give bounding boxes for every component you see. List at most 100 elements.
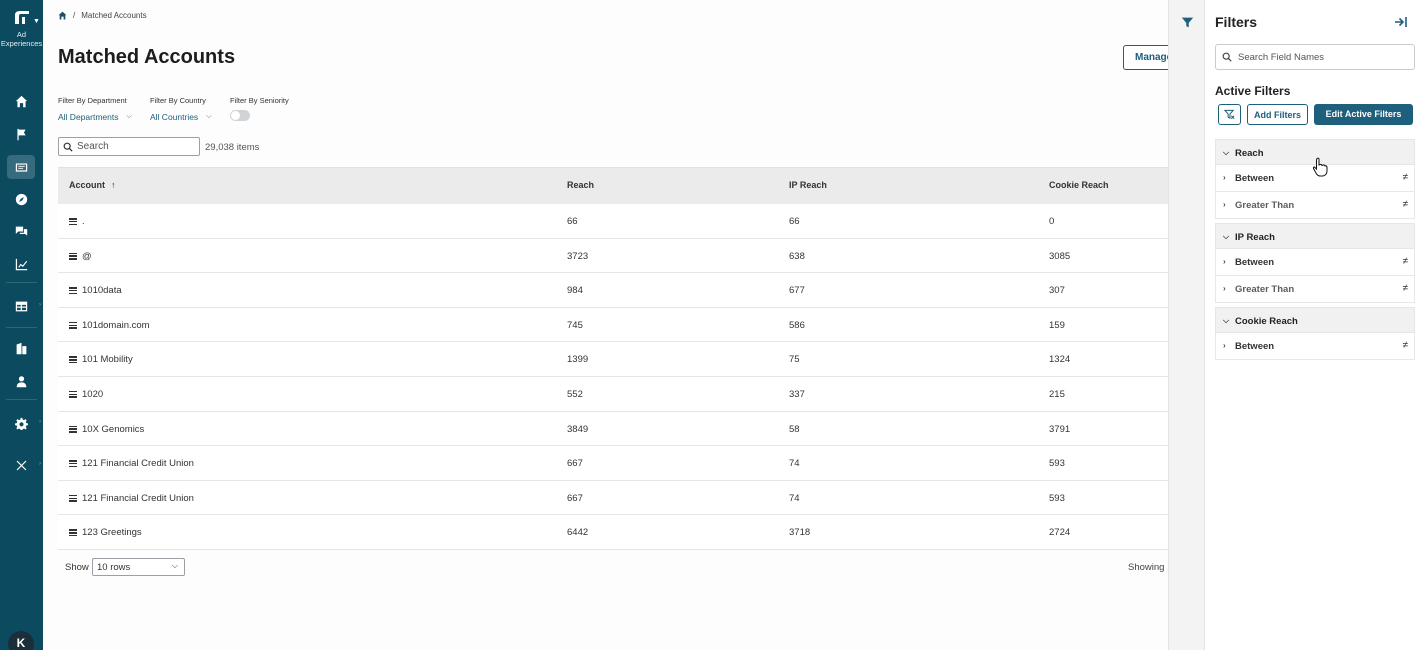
account-cell[interactable]: . [69, 216, 85, 227]
filter-group-header[interactable]: ⌵ Cookie Reach [1215, 307, 1415, 333]
filter-condition[interactable]: › Between ≠ [1215, 249, 1415, 276]
chevron-right-icon: › [1223, 173, 1226, 182]
nav-engagement[interactable] [7, 219, 35, 243]
chevron-down-icon: ⌵ [206, 113, 212, 120]
drag-handle-icon[interactable] [69, 218, 77, 225]
country-filter-select[interactable]: All Countries ⌵ [150, 112, 212, 122]
table-row[interactable]: 1010data 984 677 307 [58, 273, 1168, 308]
table-row[interactable]: 10X Genomics 3849 58 3791 [58, 411, 1168, 447]
cookie-reach-cell: 593 [1049, 458, 1065, 470]
filter-condition[interactable]: › Between ≠ [1215, 333, 1415, 360]
breadcrumb: / Matched Accounts [58, 11, 147, 20]
column-header-cookie-reach[interactable]: Cookie Reach [1049, 180, 1109, 190]
rows-per-page-select[interactable]: 10 rows ⌵ [92, 558, 185, 576]
nav-home[interactable] [7, 89, 35, 113]
home-icon [15, 95, 27, 107]
cookie-reach-cell: 215 [1049, 388, 1065, 400]
search-input[interactable]: Search [58, 137, 200, 156]
drag-handle-icon[interactable] [69, 390, 77, 398]
department-filter-select[interactable]: All Departments ⌵ [58, 112, 132, 122]
reach-cell: 6442 [567, 527, 589, 539]
nav-campaigns[interactable] [7, 122, 35, 146]
column-header-ip-reach[interactable]: IP Reach [789, 180, 827, 190]
column-header-reach[interactable]: Reach [567, 180, 594, 190]
chevron-down-icon: ▼ [33, 18, 40, 25]
drag-handle-icon[interactable] [69, 425, 77, 433]
page-title: Matched Accounts [58, 46, 236, 68]
account-cell[interactable]: 1020 [69, 389, 103, 400]
collapse-panel-icon[interactable] [1394, 16, 1408, 28]
country-filter-label: Filter By Country [150, 96, 206, 105]
not-equal-icon[interactable]: ≠ [1403, 172, 1409, 183]
drag-handle-icon[interactable] [69, 252, 77, 260]
table-row[interactable]: 123 Greetings 6442 3718 2724 [58, 515, 1168, 550]
chevron-down-icon: ⌵ [1223, 232, 1230, 241]
add-filters-button[interactable]: Add Filters [1247, 104, 1308, 125]
account-cell[interactable]: 1010data [69, 285, 122, 296]
seniority-toggle[interactable] [230, 110, 250, 121]
table-row[interactable]: 101 Mobility 1399 75 1324 [58, 342, 1168, 377]
reach-cell: 552 [567, 388, 583, 400]
nav-tools[interactable]: › [7, 453, 41, 477]
chevron-down-icon: ⌵ [1223, 316, 1230, 325]
nav-explore[interactable] [7, 187, 35, 211]
items-count: 29,038 items [205, 142, 260, 153]
chevron-right-icon: › [1223, 200, 1226, 209]
filter-condition[interactable]: › Greater Than ≠ [1215, 276, 1415, 303]
seniority-filter-label: Filter By Seniority [230, 96, 289, 105]
left-nav: ▼ Ad Experiences › › › K [0, 0, 43, 650]
drag-handle-icon[interactable] [69, 321, 77, 329]
not-equal-icon[interactable]: ≠ [1403, 256, 1409, 267]
account-cell[interactable]: 121 Financial Credit Union [69, 458, 194, 469]
field-search-input[interactable]: Search Field Names [1215, 44, 1415, 70]
account-cell[interactable]: 101 Mobility [69, 354, 133, 365]
column-header-account[interactable]: Account ↑ [69, 180, 116, 190]
filter-icon[interactable] [1181, 16, 1194, 29]
edit-active-filters-button[interactable]: Edit Active Filters [1314, 104, 1413, 125]
nav-accounts[interactable] [7, 155, 35, 179]
drag-handle-icon[interactable] [69, 460, 77, 468]
drag-handle-icon[interactable] [69, 356, 77, 364]
not-equal-icon[interactable]: ≠ [1403, 199, 1409, 210]
cookie-reach-cell: 1324 [1049, 354, 1071, 366]
table-row[interactable]: @3723 638 3085 [58, 238, 1168, 274]
brand-logo-icon [14, 11, 29, 24]
ip-reach-cell: 58 [789, 423, 800, 435]
table-icon [15, 301, 27, 311]
drag-handle-icon[interactable] [69, 494, 77, 502]
user-avatar[interactable]: K [8, 631, 34, 650]
drag-handle-icon[interactable] [69, 287, 77, 295]
filter-group-header[interactable]: ⌵ IP Reach [1215, 223, 1415, 249]
flag-icon [16, 128, 26, 140]
clear-filters-button[interactable] [1218, 104, 1241, 125]
sort-ascending-icon: ↑ [111, 180, 116, 190]
account-cell[interactable]: 121 Financial Credit Union [69, 493, 194, 504]
nav-settings[interactable]: › [7, 411, 41, 435]
nav-companies[interactable] [7, 336, 35, 360]
table-row[interactable]: 101domain.com 745 586 159 [58, 307, 1168, 343]
filter-clear-icon [1224, 109, 1235, 119]
nav-reports[interactable] [7, 252, 35, 276]
filter-condition[interactable]: › Greater Than ≠ [1215, 192, 1415, 219]
nav-tables[interactable]: › [7, 294, 41, 318]
not-equal-icon[interactable]: ≠ [1403, 283, 1409, 294]
ip-reach-cell: 677 [789, 285, 805, 297]
not-equal-icon[interactable]: ≠ [1403, 340, 1409, 351]
table-row[interactable]: 121 Financial Credit Union 667 74 593 [58, 480, 1168, 516]
table-row[interactable]: 1020 552 337 215 [58, 376, 1168, 412]
home-icon[interactable] [58, 11, 67, 20]
search-icon [63, 142, 73, 152]
table-row[interactable]: . 66 66 0 [58, 204, 1168, 239]
nav-people[interactable] [7, 369, 35, 393]
brand-switcher[interactable]: ▼ Ad Experiences [0, 8, 43, 48]
table-body: . 66 66 0 @3723 638 3085 1010data 984 677 307 101do… [58, 204, 1168, 550]
cookie-reach-cell: 159 [1049, 319, 1065, 331]
account-cell[interactable]: 10X Genomics [69, 424, 144, 435]
chevron-right-icon: › [1223, 284, 1226, 293]
accounts-icon [15, 162, 27, 172]
table-row[interactable]: 121 Financial Credit Union 667 74 593 [58, 446, 1168, 481]
account-cell[interactable]: 101domain.com [69, 320, 150, 331]
drag-handle-icon[interactable] [69, 529, 77, 537]
account-cell[interactable]: @ [69, 251, 92, 262]
account-cell[interactable]: 123 Greetings [69, 527, 142, 538]
